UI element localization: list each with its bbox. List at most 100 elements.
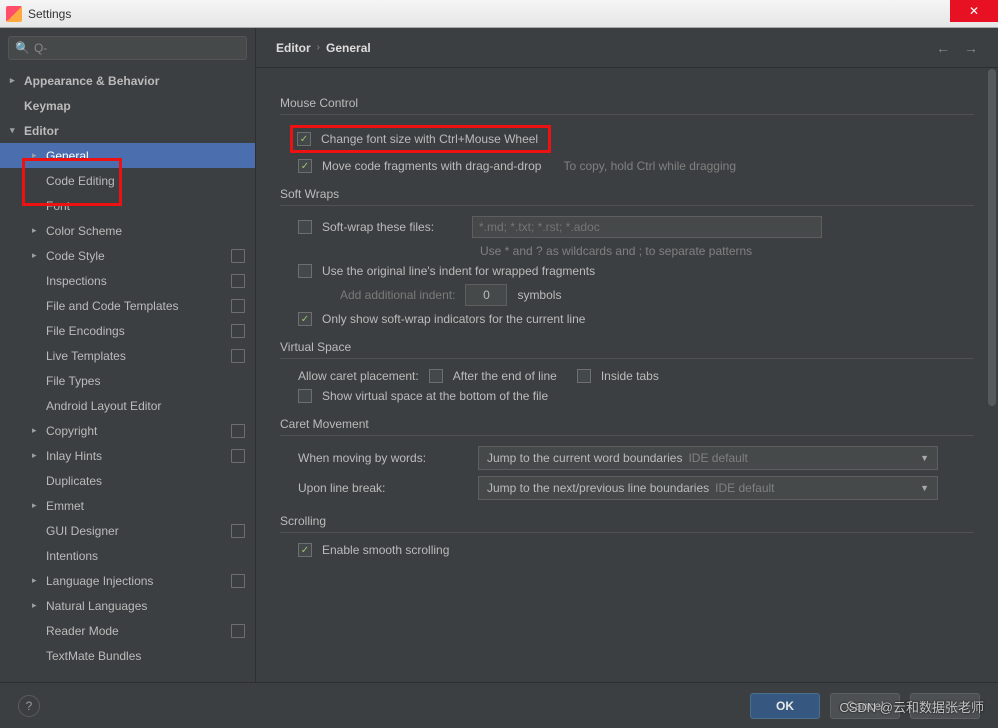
sidebar-item-live-templates[interactable]: Live Templates	[0, 343, 255, 368]
sidebar-item-inspections[interactable]: Inspections	[0, 268, 255, 293]
sidebar-item-font[interactable]: Font	[0, 193, 255, 218]
sidebar-item-natural-languages[interactable]: ▸Natural Languages	[0, 593, 255, 618]
chevron-right-icon: ▸	[32, 250, 46, 261]
project-scope-icon	[231, 274, 245, 288]
chevron-right-icon: ▸	[32, 425, 46, 436]
chevron-right-icon: ›	[317, 42, 320, 53]
window-title: Settings	[28, 7, 950, 21]
sidebar-item-label: Live Templates	[46, 349, 231, 363]
sidebar-item-file-encodings[interactable]: File Encodings	[0, 318, 255, 343]
checkbox-only-current-line[interactable]	[298, 312, 312, 326]
sidebar-item-color-scheme[interactable]: ▸Color Scheme	[0, 218, 255, 243]
checkbox-smooth-scrolling[interactable]	[298, 543, 312, 557]
sidebar-item-label: Appearance & Behavior	[24, 74, 255, 88]
sidebar-item-emmet[interactable]: ▸Emmet	[0, 493, 255, 518]
label-change-font-size: Change font size with Ctrl+Mouse Wheel	[321, 132, 538, 146]
sidebar-item-editor[interactable]: ▾Editor	[0, 118, 255, 143]
project-scope-icon	[231, 349, 245, 363]
sidebar-item-intentions[interactable]: Intentions	[0, 543, 255, 568]
checkbox-after-eol[interactable]	[429, 369, 443, 383]
sidebar-item-code-editing[interactable]: Code Editing	[0, 168, 255, 193]
sidebar-item-label: File Encodings	[46, 324, 231, 338]
sidebar-item-android-layout-editor[interactable]: Android Layout Editor	[0, 393, 255, 418]
sidebar-item-label: Copyright	[46, 424, 231, 438]
sidebar-item-label: General	[46, 149, 255, 163]
checkbox-inside-tabs[interactable]	[577, 369, 591, 383]
sidebar-item-label: Code Editing	[46, 174, 255, 188]
sidebar-item-file-and-code-templates[interactable]: File and Code Templates	[0, 293, 255, 318]
sidebar-item-label: Keymap	[24, 99, 255, 113]
window-titlebar: Settings ✕	[0, 0, 998, 28]
select-by-words[interactable]: Jump to the current word boundaries IDE …	[478, 446, 938, 470]
sidebar-item-textmate-bundles[interactable]: TextMate Bundles	[0, 643, 255, 668]
section-divider	[280, 114, 974, 115]
select-line-break-value: Jump to the next/previous line boundarie…	[487, 481, 709, 495]
sidebar-item-label: Font	[46, 199, 255, 213]
ok-button[interactable]: OK	[750, 693, 820, 719]
sidebar-item-reader-mode[interactable]: Reader Mode	[0, 618, 255, 643]
checkbox-original-indent[interactable]	[298, 264, 312, 278]
sidebar-item-duplicates[interactable]: Duplicates	[0, 468, 255, 493]
project-scope-icon	[231, 524, 245, 538]
label-move-fragments: Move code fragments with drag-and-drop	[322, 159, 541, 173]
sidebar-item-language-injections[interactable]: ▸Language Injections	[0, 568, 255, 593]
sidebar-item-label: File Types	[46, 374, 255, 388]
sidebar-item-copyright[interactable]: ▸Copyright	[0, 418, 255, 443]
sidebar-item-gui-designer[interactable]: GUI Designer	[0, 518, 255, 543]
section-softwraps-title: Soft Wraps	[280, 187, 974, 201]
sidebar-item-appearance-behavior[interactable]: ▸Appearance & Behavior	[0, 68, 255, 93]
input-softwrap-patterns[interactable]	[472, 216, 822, 238]
label-only-current-line: Only show soft-wrap indicators for the c…	[322, 312, 585, 326]
sidebar-item-inlay-hints[interactable]: ▸Inlay Hints	[0, 443, 255, 468]
label-add-indent: Add additional indent:	[340, 288, 455, 302]
sidebar-item-keymap[interactable]: Keymap	[0, 93, 255, 118]
checkbox-change-font-size[interactable]	[297, 132, 311, 146]
section-divider	[280, 532, 974, 533]
project-scope-icon	[231, 424, 245, 438]
sidebar-item-code-style[interactable]: ▸Code Style	[0, 243, 255, 268]
window-close-button[interactable]: ✕	[950, 0, 998, 22]
help-button[interactable]: ?	[18, 695, 40, 717]
label-line-break: Upon line break:	[298, 481, 468, 495]
section-divider	[280, 358, 974, 359]
chevron-right-icon: ▸	[10, 75, 24, 86]
search-icon: 🔍	[15, 41, 30, 55]
checkbox-move-fragments[interactable]	[298, 159, 312, 173]
search-input[interactable]: 🔍 Q-	[8, 36, 247, 60]
label-symbols: symbols	[517, 288, 561, 302]
sidebar-item-label: Language Injections	[46, 574, 231, 588]
sidebar-item-label: Duplicates	[46, 474, 255, 488]
label-smooth-scrolling: Enable smooth scrolling	[322, 543, 449, 557]
sidebar-item-label: Inspections	[46, 274, 231, 288]
project-scope-icon	[231, 299, 245, 313]
select-line-break[interactable]: Jump to the next/previous line boundarie…	[478, 476, 938, 500]
nav-forward-button[interactable]: →	[964, 40, 978, 56]
settings-main: Editor › General ← → Mouse Control Chang…	[256, 28, 998, 682]
select-by-words-hint: IDE default	[688, 451, 747, 465]
section-caret-title: Caret Movement	[280, 417, 974, 431]
chevron-right-icon: ▸	[32, 575, 46, 586]
sidebar-item-file-types[interactable]: File Types	[0, 368, 255, 393]
nav-back-button[interactable]: ←	[936, 40, 950, 56]
sidebar-item-label: Inlay Hints	[46, 449, 231, 463]
app-logo-icon	[6, 6, 22, 22]
checkbox-show-virtual-space[interactable]	[298, 389, 312, 403]
sidebar-item-label: Code Style	[46, 249, 231, 263]
input-add-indent[interactable]	[465, 284, 507, 306]
chevron-down-icon: ▾	[10, 125, 24, 136]
label-after-eol: After the end of line	[453, 369, 557, 383]
label-allow-caret: Allow caret placement:	[298, 369, 419, 383]
sidebar-item-label: Color Scheme	[46, 224, 255, 238]
breadcrumb-root[interactable]: Editor	[276, 41, 311, 55]
sidebar-item-label: TextMate Bundles	[46, 649, 255, 663]
content-scrollbar[interactable]	[987, 69, 997, 681]
section-scrolling-title: Scrolling	[280, 514, 974, 528]
label-show-virtual-space: Show virtual space at the bottom of the …	[322, 389, 548, 403]
sidebar-item-label: Natural Languages	[46, 599, 255, 613]
sidebar-item-general[interactable]: ▸General	[0, 143, 255, 168]
sidebar-item-label: Editor	[24, 124, 255, 138]
chevron-down-icon: ▼	[920, 453, 929, 463]
project-scope-icon	[231, 324, 245, 338]
select-by-words-value: Jump to the current word boundaries	[487, 451, 682, 465]
checkbox-softwrap-files[interactable]	[298, 220, 312, 234]
